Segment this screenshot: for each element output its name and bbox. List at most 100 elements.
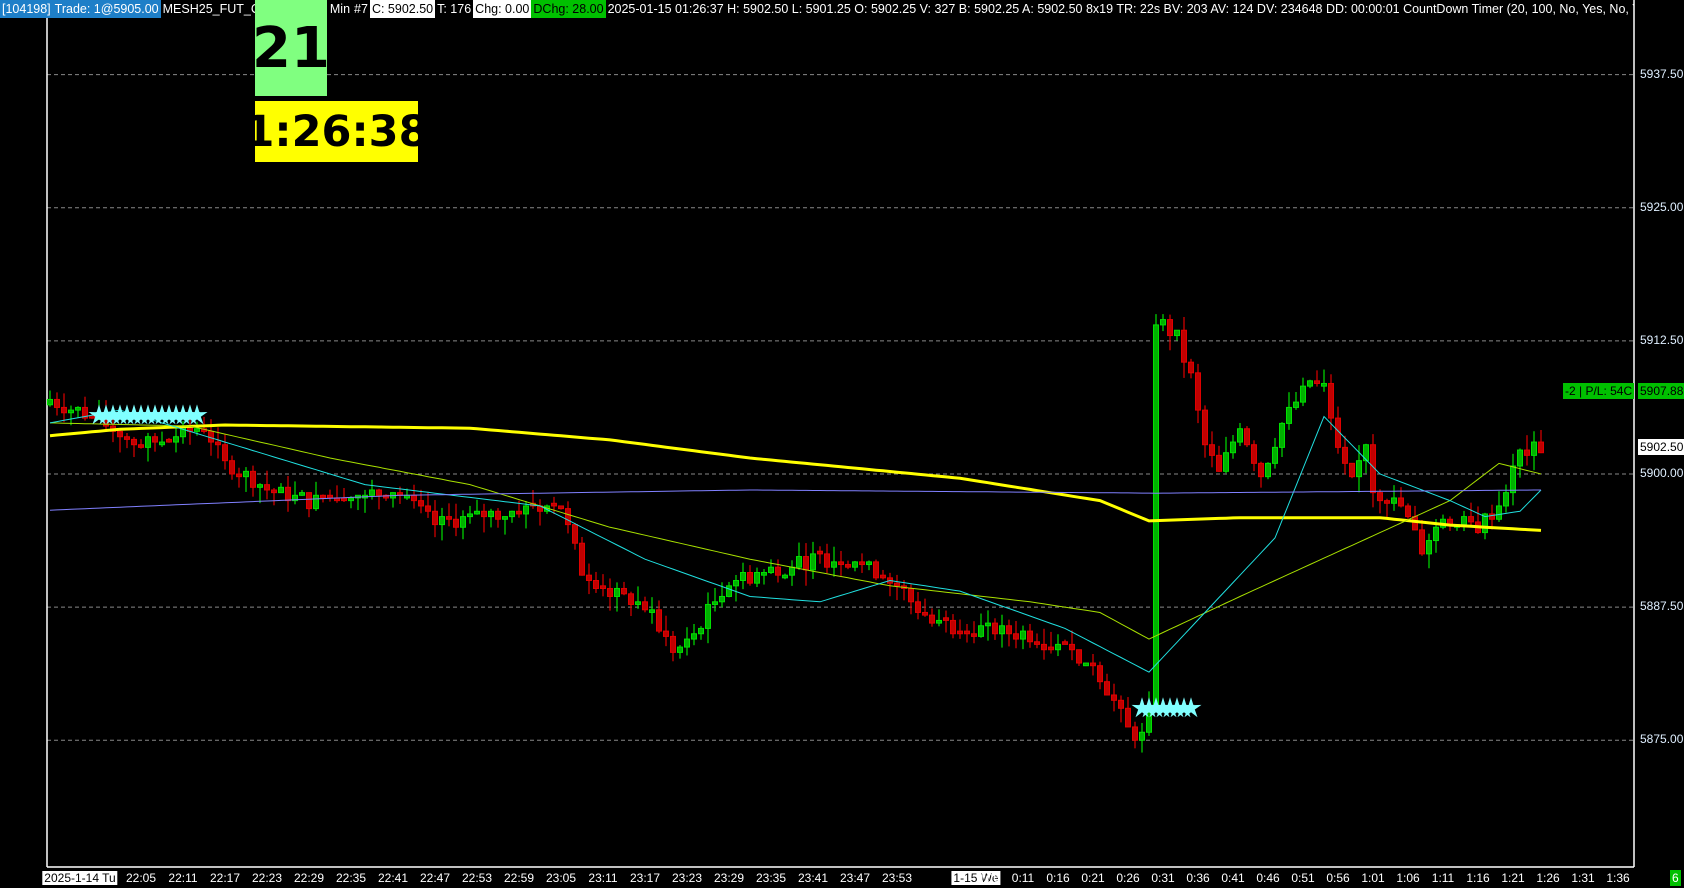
candle-body — [166, 438, 172, 443]
x-tick-label: 23:05 — [545, 871, 577, 885]
candle-body — [1237, 428, 1243, 443]
candle-body — [1419, 529, 1425, 555]
candle-body — [1300, 385, 1306, 403]
candle-body — [978, 625, 984, 637]
y-tick-label: 5875.00 — [1640, 732, 1684, 747]
candle-body — [446, 516, 452, 520]
candle-body — [1167, 319, 1173, 337]
candle-body — [656, 609, 662, 632]
candle-body — [1342, 446, 1348, 464]
candle-body — [726, 585, 732, 597]
candle-body — [908, 587, 914, 603]
candle-body — [663, 630, 669, 637]
candle-body — [1538, 441, 1544, 454]
candle-body — [488, 510, 494, 518]
x-tick-label: 23:23 — [671, 871, 703, 885]
x-tick-label: 0:21 — [1081, 871, 1105, 885]
x-tick-label: 2025-1-14 Tu — [42, 871, 118, 885]
candle-body — [1279, 422, 1285, 448]
candle-body — [964, 630, 970, 635]
x-tick-label: 1:21 — [1501, 871, 1525, 885]
candle-body — [719, 595, 725, 603]
candle-body — [1195, 372, 1201, 411]
candle-body — [817, 550, 823, 555]
candle-body — [1489, 513, 1495, 520]
candle-body — [460, 516, 466, 528]
candle-body — [551, 502, 557, 507]
candle-body — [1153, 324, 1159, 707]
candle-body — [502, 516, 508, 520]
x-tick-label: 23:11 — [588, 871, 618, 885]
candle-body — [47, 398, 53, 406]
candle-body — [369, 489, 375, 496]
candle-body — [754, 572, 760, 584]
x-tick-label: 0:46 — [1256, 871, 1280, 885]
candle-body — [1384, 500, 1390, 504]
x-tick-label: 0:11 — [1011, 871, 1035, 885]
candle-body — [173, 436, 179, 443]
candle-body — [747, 572, 753, 584]
candle-body — [1125, 707, 1131, 728]
candle-body — [1405, 505, 1411, 518]
candle-body — [124, 436, 130, 440]
candle-body — [1020, 630, 1026, 640]
candle-body — [1468, 516, 1474, 523]
candle-body — [957, 630, 963, 635]
position-pl-label: -2 | P/L: 54C — [1563, 383, 1635, 399]
candle-body — [1132, 726, 1138, 741]
candle-body — [425, 505, 431, 512]
x-tick-label: 0:31 — [1151, 871, 1175, 885]
candle-body — [516, 510, 522, 515]
candle-body — [61, 406, 67, 414]
candle-body — [1139, 731, 1145, 741]
candle-body — [796, 556, 802, 568]
candle-body — [1307, 380, 1313, 387]
candle-body — [278, 486, 284, 494]
candle-body — [593, 580, 599, 589]
x-tick-label: 1:11 — [1431, 871, 1455, 885]
candle-body — [1055, 643, 1061, 651]
candle-body — [1216, 454, 1222, 472]
candle-body — [628, 593, 634, 605]
candle-body — [607, 587, 613, 597]
candle-body — [432, 510, 438, 526]
candle-body — [250, 470, 256, 488]
candle-body — [376, 489, 382, 496]
candle-body — [327, 494, 333, 499]
candle-body — [1062, 641, 1068, 645]
candle-body — [411, 494, 417, 502]
candle-body — [1265, 462, 1271, 478]
candle-body — [1272, 446, 1278, 464]
x-tick-label: 23:35 — [755, 871, 787, 885]
candle-body — [768, 566, 774, 574]
candle-body — [558, 505, 564, 510]
candle-body — [782, 574, 788, 579]
x-tick-label: 22:17 — [209, 871, 241, 885]
candle-body — [971, 633, 977, 637]
candle-body — [453, 518, 459, 528]
candle-body — [705, 603, 711, 629]
candle-body — [691, 633, 697, 640]
candle-body — [586, 574, 592, 581]
candle-body — [1461, 516, 1467, 526]
x-tick-label: 0:26 — [1116, 871, 1140, 885]
candle-body — [642, 601, 648, 611]
candle-body — [1118, 699, 1124, 709]
x-tick-label: 1:26 — [1536, 871, 1560, 885]
candle-body — [481, 510, 487, 518]
y-tick-label: 5925.00 — [1640, 199, 1684, 214]
candle-body — [145, 436, 151, 448]
candle-body — [138, 444, 144, 448]
x-tick-label: 1:31 — [1571, 871, 1595, 885]
candle-body — [922, 611, 928, 616]
candle-body — [1286, 406, 1292, 424]
candle-body — [1503, 492, 1509, 507]
candle-body — [1174, 329, 1180, 337]
candle-body — [1517, 449, 1523, 467]
candle-body — [838, 561, 844, 566]
candle-body — [824, 553, 830, 568]
candle-body — [831, 561, 837, 568]
candle-body — [733, 580, 739, 587]
candle-body — [1356, 460, 1362, 478]
candle-body — [621, 587, 627, 595]
